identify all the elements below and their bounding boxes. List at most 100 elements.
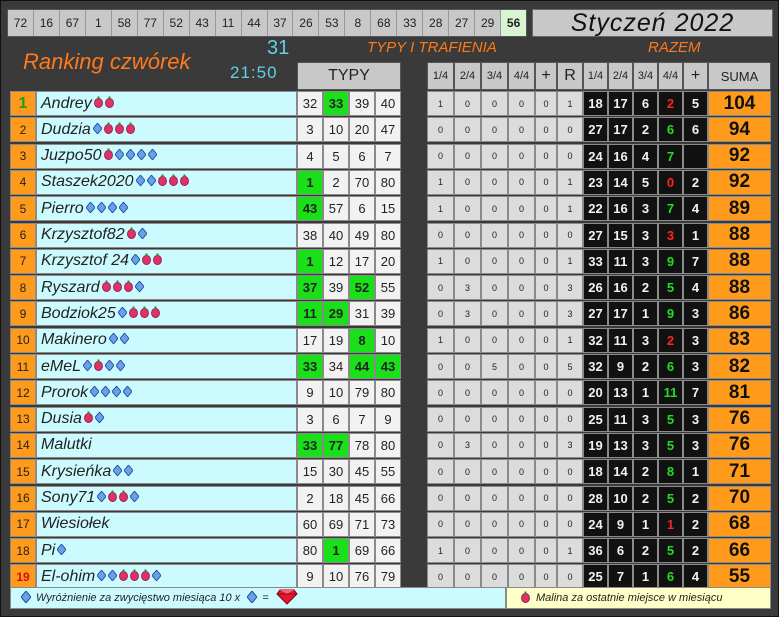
total-count: 9 (658, 248, 683, 274)
mini-count: 0 (508, 354, 535, 379)
player-name: Juzpo50 (41, 147, 102, 165)
total-count: 0 (658, 169, 683, 195)
suma-value: 68 (708, 511, 771, 537)
suma-value: 86 (708, 301, 771, 327)
total-count: 5 (658, 275, 683, 301)
player-name-cell: Krysieńka (36, 459, 297, 485)
mini-count: 0 (557, 117, 583, 143)
total-count: 9 (608, 354, 633, 379)
tip-number: 6 (349, 196, 375, 222)
header-mini-r: R (557, 62, 583, 90)
table-row: 11 eMeL 33 34 44 43 0 0 5 0 0 5 32 9 2 6 3 82 (1, 354, 778, 380)
tip-number: 33 (297, 354, 323, 379)
diamond-icon (82, 358, 93, 376)
player-name: El-ohim (41, 567, 96, 585)
mini-count: 0 (481, 564, 508, 590)
tip-number: 10 (375, 327, 401, 353)
player-name: Krzysztof 24 (41, 252, 130, 270)
tip-number: 71 (349, 511, 375, 537)
tip-number: 18 (323, 485, 349, 511)
tip-number: 80 (375, 432, 401, 458)
table-row: 17 Wiesiołek 60 69 71 73 0 0 0 0 0 0 24 9 1 1 2 68 (1, 511, 778, 538)
tip-number: 33 (323, 91, 349, 116)
tip-number: 7 (375, 143, 401, 169)
player-name-cell: Wiesiołek (36, 511, 297, 537)
diamond-icon (89, 384, 100, 402)
player-name: Dusia (41, 410, 82, 428)
tip-number: 69 (323, 511, 349, 537)
mini-count: 0 (481, 380, 508, 406)
mini-count: 0 (427, 459, 454, 485)
tip-number: 70 (349, 169, 375, 195)
player-name: Bodziok25 (41, 304, 116, 322)
player-name: Makinero (41, 331, 107, 349)
mini-count: 0 (481, 91, 508, 116)
drawn-number: 28 (423, 10, 450, 36)
diamond-icon (122, 384, 133, 402)
mini-count: 0 (454, 538, 481, 564)
total-count: 32 (583, 327, 608, 353)
mini-count: 3 (454, 275, 481, 301)
player-name-cell: Dudzia (36, 117, 297, 143)
tip-number: 34 (323, 354, 349, 379)
mini-count: 0 (508, 117, 535, 143)
mini-count: 0 (557, 459, 583, 485)
mini-count: 0 (508, 222, 535, 248)
plus-count: 4 (683, 564, 708, 590)
raspberry-icon (112, 279, 122, 297)
raspberry-icon (94, 358, 103, 376)
diamond-icon (134, 279, 145, 297)
player-name: Wiesiołek (41, 515, 110, 533)
drawn-number: 26 (293, 10, 320, 36)
mini-count: 0 (557, 511, 583, 537)
tip-number: 9 (297, 380, 323, 406)
raspberry-icon (142, 252, 151, 270)
total-count: 11 (608, 327, 633, 353)
total-count: 2 (633, 354, 658, 379)
drawn-number: 72 (8, 10, 34, 36)
raspberry-icon (179, 173, 189, 191)
total-count: 5 (658, 485, 683, 511)
player-name-cell: Sony71 (36, 485, 297, 511)
player-name: eMeL (41, 357, 82, 375)
footer-legend-raspberry: Malina za ostatnie miejsce w miesiącu (506, 587, 771, 609)
total-count: 10 (608, 485, 633, 511)
mini-count: 0 (508, 327, 535, 353)
mini-count: 0 (557, 222, 583, 248)
tip-number: 4 (297, 143, 323, 169)
section-typy-title: TYPY I TRAFIENIA (367, 39, 497, 56)
mini-count: 1 (427, 91, 454, 116)
diamond-icon (111, 384, 122, 402)
mini-count: 0 (535, 301, 557, 327)
table-row: 13 Dusia 3 6 7 9 0 0 0 0 0 0 25 11 3 5 3 76 (1, 406, 778, 433)
total-count: 3 (633, 248, 658, 274)
total-count: 2 (633, 117, 658, 143)
total-count: 3 (633, 432, 658, 458)
table-row: 14 Malutki 33 77 78 80 0 3 0 0 0 3 19 13 3 5 3 76 (1, 432, 778, 459)
tip-number: 45 (349, 459, 375, 485)
mini-count: 0 (454, 511, 481, 537)
header-total-q1: 1/4 (583, 62, 608, 90)
drawn-number: 58 (112, 10, 138, 36)
total-count: 3 (633, 327, 658, 353)
suma-value: 92 (708, 143, 771, 169)
mini-count: 3 (557, 301, 583, 327)
total-count: 26 (583, 275, 608, 301)
plus-count: 3 (683, 301, 708, 327)
drawn-number: 11 (216, 10, 242, 36)
mini-count: 0 (454, 91, 481, 116)
mini-count: 0 (427, 406, 454, 432)
total-count: 25 (583, 564, 608, 590)
diamond-icon (146, 147, 158, 165)
mini-count: 0 (427, 354, 454, 379)
mini-count: 0 (427, 432, 454, 458)
table-row: 1 Andrey 32 33 39 40 1 0 0 0 0 1 18 17 6 2 5 104 (1, 91, 778, 117)
drawn-number: 52 (164, 10, 190, 36)
tip-number: 79 (349, 380, 375, 406)
total-count: 17 (608, 301, 633, 327)
mini-count: 0 (427, 511, 454, 537)
total-count: 11 (608, 406, 633, 432)
tip-number: 20 (349, 117, 375, 143)
player-name: Pierro (41, 199, 84, 217)
tip-number: 80 (297, 538, 323, 564)
